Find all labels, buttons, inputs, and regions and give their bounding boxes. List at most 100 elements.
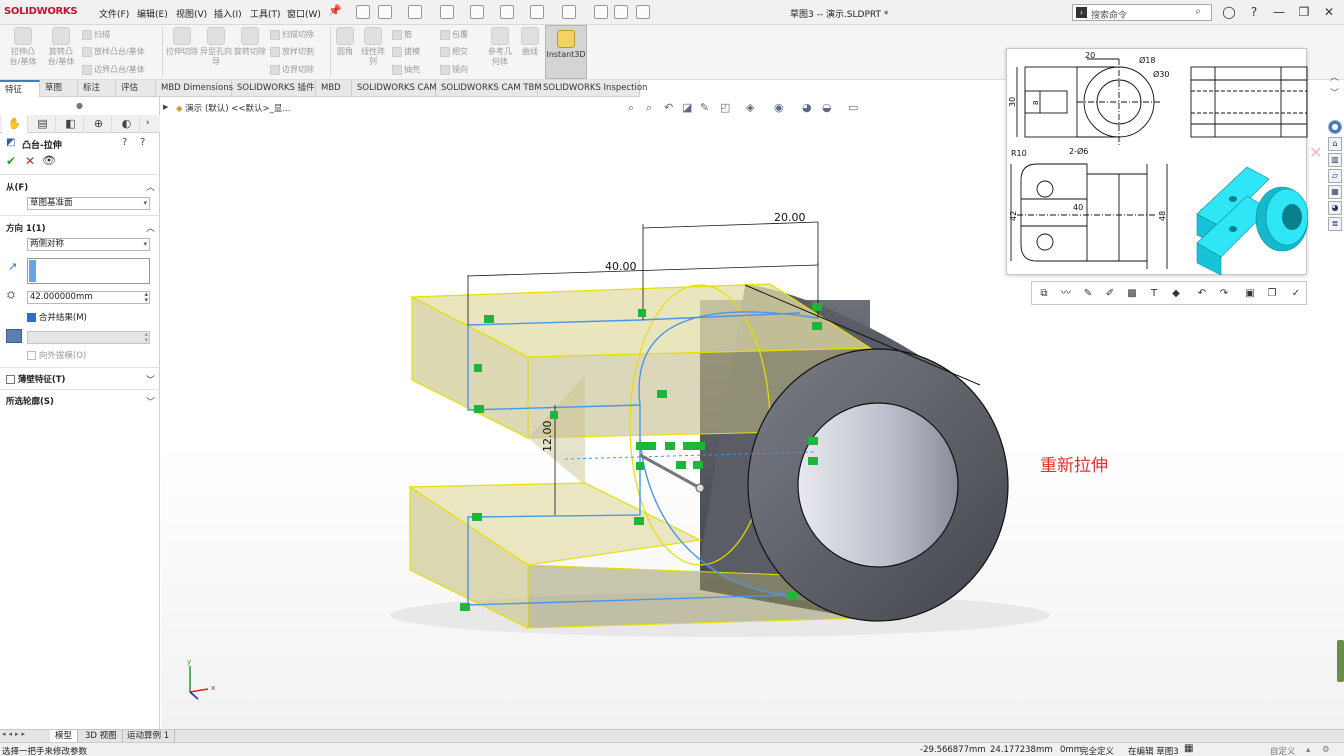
file-properties-icon[interactable] [614,5,628,19]
mirror-button[interactable]: 镜向 [440,64,468,75]
chevron-right-icon[interactable]: › [146,118,150,128]
reference-geometry-button[interactable]: 参考几何体 [486,27,514,67]
detailed-help-icon[interactable]: ? [140,137,145,148]
rebuild-status-icon[interactable]: ▦ [1184,743,1193,754]
text-tool-icon[interactable]: T [1146,286,1162,302]
thin-feature-checkbox[interactable]: 薄壁特征(T) [6,373,65,385]
done-check-icon[interactable]: ✓ [1288,286,1304,302]
dimension-40[interactable]: 40.00 [605,260,637,273]
close-button[interactable]: ✕ [1320,3,1338,21]
handle-point[interactable] [695,483,705,493]
loft-button[interactable]: 放样凸台/基体 [82,46,145,57]
tab-solidworks-addins[interactable]: SOLIDWORKS 插件 [232,80,316,97]
redo-icon[interactable]: ↷ [1216,286,1232,302]
from-select[interactable]: 草图基准面 ▾ [27,197,150,210]
configuration-manager-tab-icon[interactable]: ◧ [58,115,84,133]
expand-icon[interactable]: ﹀ [1330,86,1339,99]
pin-icon[interactable]: 📌 [328,4,342,17]
home-pane-icon[interactable]: ⌂ [1328,137,1342,151]
instant3d-button[interactable]: Instant3D [545,25,587,79]
print-icon[interactable] [470,5,484,19]
tab-solidworks-cam[interactable]: SOLIDWORKS CAM [352,80,437,97]
direction-reference-field[interactable] [27,258,150,284]
open-icon[interactable] [408,5,422,19]
menu-tools[interactable]: 工具(T) [250,7,281,20]
menu-window[interactable]: 窗口(W) [287,7,321,20]
save-icon[interactable] [440,5,454,19]
mosaic-icon[interactable]: ▩ [1124,286,1140,302]
tab-mbd-dimensions[interactable]: MBD Dimensions [156,80,233,97]
undo-icon[interactable] [500,5,514,19]
chevron-down-icon[interactable]: ﹀ [146,395,155,408]
boundary-button[interactable]: 边界凸台/基体 [82,64,145,75]
restore-button[interactable]: ❐ [1295,3,1313,21]
collapse-icon[interactable]: ︿ [1330,70,1339,83]
save-icon[interactable]: ▣ [1242,286,1258,302]
search-icon[interactable]: ⌕ [1195,6,1201,17]
ok-check-icon[interactable]: ✔ [6,154,16,168]
draft-button[interactable]: 拔模 [392,46,420,57]
dimension-20[interactable]: 20.00 [774,211,806,224]
curves-button[interactable]: 曲线 [518,27,542,57]
shell-button[interactable]: 抽壳 [392,64,420,75]
property-manager-tab-icon[interactable]: ▤ [30,115,56,133]
chevron-down-icon[interactable]: ﹀ [146,373,155,386]
direction1-section-label[interactable]: 方向 1(1) [6,222,46,234]
intersect-button[interactable]: 相交 [440,46,468,57]
line-tool-icon[interactable]: 〰 [1058,286,1074,302]
dimxpert-tab-icon[interactable]: ⊕ [86,115,112,133]
menu-view[interactable]: 视图(V) [176,7,207,20]
swept-cut-button[interactable]: 扫描切除 [270,29,314,40]
home-icon[interactable] [356,5,370,19]
extrude-boss-button[interactable]: 拉伸凸台/基体 [6,27,40,67]
boundary-cut-button[interactable]: 边界切除 [270,64,314,75]
screenshot-icon[interactable]: ⧉ [1036,286,1052,302]
user-icon[interactable]: ◯ [1220,3,1238,21]
merge-result-checkbox[interactable]: 合并结果(M) [27,311,87,323]
select-icon[interactable] [562,5,576,19]
help-icon[interactable]: ? [122,137,127,148]
solidworks-resources-icon[interactable]: ● [1328,120,1342,134]
menu-file[interactable]: 文件(F) [99,7,129,20]
tab-mbd[interactable]: MBD [316,80,352,97]
selected-contours-label[interactable]: 所选轮廓(S) [6,395,54,407]
file-explorer-icon[interactable]: ▱ [1328,169,1342,183]
tab-sketch[interactable]: 草图 [40,80,78,97]
rebuild-icon[interactable] [594,5,608,19]
hole-wizard-button[interactable]: 异型孔向导 [200,27,232,67]
panel-grip-icon[interactable]: ● [76,101,83,110]
new-document-icon[interactable] [378,5,392,19]
cancel-x-icon[interactable]: ✕ [25,154,35,168]
menu-edit[interactable]: 编辑(E) [137,7,168,20]
minimize-button[interactable]: — [1270,3,1288,21]
tab-solidworks-cam-tbm[interactable]: SOLIDWORKS CAM TBM [436,80,542,97]
end-condition-select[interactable]: 两侧对称 ▾ [27,238,150,251]
search-command-input[interactable]: › 搜索命令 ⌕ [1072,4,1212,21]
sweep-button[interactable]: 扫描 [82,29,110,40]
depth-spinner[interactable]: 42.000000mm ▴ ▾ [27,291,150,304]
design-library-icon[interactable]: ▥ [1328,153,1342,167]
spinner-arrows-icon[interactable]: ▴ ▾ [144,291,148,304]
extrude-cut-button[interactable]: 拉伸切除 [166,27,198,57]
dimension-12[interactable]: 12.00 [541,421,554,453]
preview-eye-icon[interactable]: 👁 [42,154,56,167]
options-gear-icon[interactable] [636,5,650,19]
tab-evaluate[interactable]: 评估 [116,80,156,97]
view-palette-icon[interactable]: ▦ [1328,185,1342,199]
feature-manager-tab-icon[interactable]: ✋ [2,115,28,133]
linear-pattern-button[interactable]: 线性阵列 [360,27,386,67]
custom-properties-icon[interactable]: ≣ [1328,217,1342,231]
help-icon[interactable]: ? [1245,3,1263,21]
display-manager-tab-icon[interactable]: ◐ [114,115,140,133]
unit-system[interactable]: 自定义 [1270,745,1296,756]
tab-features[interactable]: 特征 [0,80,40,97]
eraser-icon[interactable]: ◆ [1168,286,1184,302]
copy-icon[interactable]: ❐ [1264,286,1280,302]
draft-toggle-icon[interactable] [6,329,22,343]
status-options-icon[interactable]: ⚙ [1322,745,1330,755]
tab-markup[interactable]: 标注 [78,80,116,97]
revolve-boss-button[interactable]: 旋转凸台/基体 [44,27,78,67]
tab-solidworks-inspection[interactable]: SOLIDWORKS Inspection [538,80,647,97]
wrap-button[interactable]: 包覆 [440,29,468,40]
tab-scroll-arrows-icon[interactable]: ◂◂▸▸ [2,730,28,738]
